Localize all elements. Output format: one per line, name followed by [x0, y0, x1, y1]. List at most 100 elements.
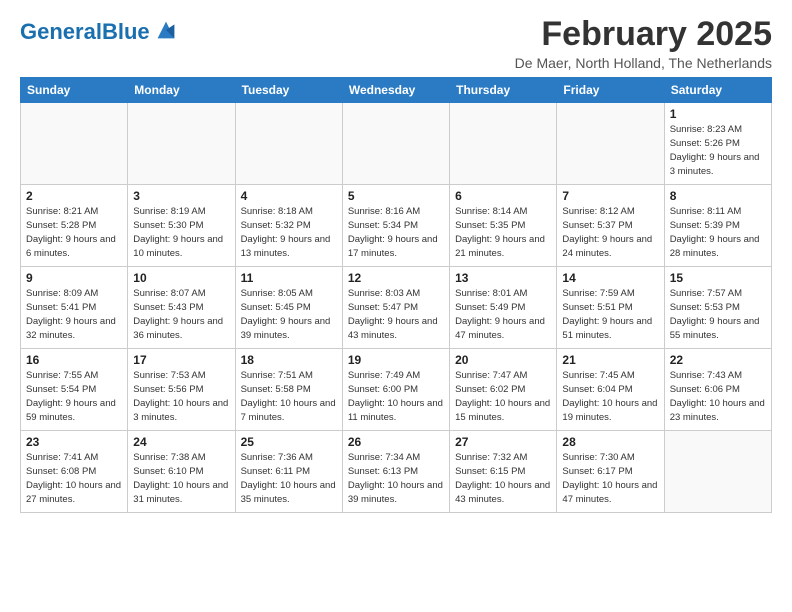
logo-icon: [152, 16, 180, 44]
day-number: 16: [26, 353, 122, 367]
calendar-week-row: 2 Sunrise: 8:21 AM Sunset: 5:28 PM Daylig…: [21, 185, 772, 267]
calendar-cell: 8 Sunrise: 8:11 AM Sunset: 5:39 PM Daylig…: [664, 185, 771, 267]
day-info: Sunrise: 8:18 AM Sunset: 5:32 PM Dayligh…: [241, 205, 337, 260]
day-number: 6: [455, 189, 551, 203]
day-number: 20: [455, 353, 551, 367]
day-info: Sunrise: 8:16 AM Sunset: 5:34 PM Dayligh…: [348, 205, 444, 260]
header-tuesday: Tuesday: [235, 78, 342, 103]
day-info: Sunrise: 7:41 AM Sunset: 6:08 PM Dayligh…: [26, 451, 122, 506]
day-info: Sunrise: 8:11 AM Sunset: 5:39 PM Dayligh…: [670, 205, 766, 260]
logo: GeneralBlue: [20, 20, 180, 44]
day-number: 18: [241, 353, 337, 367]
calendar-cell: [342, 103, 449, 185]
calendar-cell: [664, 431, 771, 513]
day-info: Sunrise: 7:45 AM Sunset: 6:04 PM Dayligh…: [562, 369, 658, 424]
calendar-cell: 18Sunrise: 7:51 AM Sunset: 5:58 PM Dayli…: [235, 349, 342, 431]
day-number: 13: [455, 271, 551, 285]
header-saturday: Saturday: [664, 78, 771, 103]
day-info: Sunrise: 7:34 AM Sunset: 6:13 PM Dayligh…: [348, 451, 444, 506]
day-number: 23: [26, 435, 122, 449]
calendar-cell: 4 Sunrise: 8:18 AM Sunset: 5:32 PM Daylig…: [235, 185, 342, 267]
calendar-cell: [557, 103, 664, 185]
calendar-week-row: 1Sunrise: 8:23 AM Sunset: 5:26 PM Daylig…: [21, 103, 772, 185]
calendar-cell: 3 Sunrise: 8:19 AM Sunset: 5:30 PM Daylig…: [128, 185, 235, 267]
calendar-cell: 27Sunrise: 7:32 AM Sunset: 6:15 PM Dayli…: [450, 431, 557, 513]
day-info: Sunrise: 7:49 AM Sunset: 6:00 PM Dayligh…: [348, 369, 444, 424]
day-number: 10: [133, 271, 229, 285]
day-info: Sunrise: 8:03 AM Sunset: 5:47 PM Dayligh…: [348, 287, 444, 342]
day-number: 4: [241, 189, 337, 203]
day-number: 3: [133, 189, 229, 203]
calendar-cell: 21 Sunrise: 7:45 AM Sunset: 6:04 PM Dayli…: [557, 349, 664, 431]
header: GeneralBlue February 2025 De Maer, North…: [20, 16, 772, 71]
day-number: 9: [26, 271, 122, 285]
header-wednesday: Wednesday: [342, 78, 449, 103]
calendar-cell: 10 Sunrise: 8:07 AM Sunset: 5:43 PM Dayli…: [128, 267, 235, 349]
header-friday: Friday: [557, 78, 664, 103]
calendar-cell: 5 Sunrise: 8:16 AM Sunset: 5:34 PM Daylig…: [342, 185, 449, 267]
day-number: 1: [670, 107, 766, 121]
day-number: 27: [455, 435, 551, 449]
calendar-cell: 13 Sunrise: 8:01 AM Sunset: 5:49 PM Dayli…: [450, 267, 557, 349]
header-monday: Monday: [128, 78, 235, 103]
header-sunday: Sunday: [21, 78, 128, 103]
calendar-cell: 16 Sunrise: 7:55 AM Sunset: 5:54 PM Dayli…: [21, 349, 128, 431]
day-number: 7: [562, 189, 658, 203]
location-subtitle: De Maer, North Holland, The Netherlands: [515, 55, 772, 71]
day-info: Sunrise: 7:59 AM Sunset: 5:51 PM Dayligh…: [562, 287, 658, 342]
day-info: Sunrise: 8:21 AM Sunset: 5:28 PM Dayligh…: [26, 205, 122, 260]
day-info: Sunrise: 7:57 AM Sunset: 5:53 PM Dayligh…: [670, 287, 766, 342]
logo-general: General: [20, 19, 102, 44]
calendar-cell: 11 Sunrise: 8:05 AM Sunset: 5:45 PM Dayli…: [235, 267, 342, 349]
calendar-week-row: 9 Sunrise: 8:09 AM Sunset: 5:41 PM Daylig…: [21, 267, 772, 349]
page: GeneralBlue February 2025 De Maer, North…: [0, 0, 792, 523]
calendar-week-row: 23 Sunrise: 7:41 AM Sunset: 6:08 PM Dayli…: [21, 431, 772, 513]
day-info: Sunrise: 8:14 AM Sunset: 5:35 PM Dayligh…: [455, 205, 551, 260]
day-number: 2: [26, 189, 122, 203]
day-number: 28: [562, 435, 658, 449]
day-number: 12: [348, 271, 444, 285]
day-number: 22: [670, 353, 766, 367]
day-number: 19: [348, 353, 444, 367]
day-info: Sunrise: 7:55 AM Sunset: 5:54 PM Dayligh…: [26, 369, 122, 424]
calendar-cell: 24 Sunrise: 7:38 AM Sunset: 6:10 PM Dayli…: [128, 431, 235, 513]
day-info: Sunrise: 7:38 AM Sunset: 6:10 PM Dayligh…: [133, 451, 229, 506]
day-number: 15: [670, 271, 766, 285]
calendar-week-row: 16 Sunrise: 7:55 AM Sunset: 5:54 PM Dayli…: [21, 349, 772, 431]
calendar-cell: 19 Sunrise: 7:49 AM Sunset: 6:00 PM Dayli…: [342, 349, 449, 431]
calendar-cell: 12 Sunrise: 8:03 AM Sunset: 5:47 PM Dayli…: [342, 267, 449, 349]
day-info: Sunrise: 7:36 AM Sunset: 6:11 PM Dayligh…: [241, 451, 337, 506]
day-number: 17: [133, 353, 229, 367]
day-info: Sunrise: 8:05 AM Sunset: 5:45 PM Dayligh…: [241, 287, 337, 342]
calendar-table: Sunday Monday Tuesday Wednesday Thursday…: [20, 77, 772, 513]
day-info: Sunrise: 8:12 AM Sunset: 5:37 PM Dayligh…: [562, 205, 658, 260]
calendar-cell: 20 Sunrise: 7:47 AM Sunset: 6:02 PM Dayli…: [450, 349, 557, 431]
day-info: Sunrise: 7:30 AM Sunset: 6:17 PM Dayligh…: [562, 451, 658, 506]
day-info: Sunrise: 7:53 AM Sunset: 5:56 PM Dayligh…: [133, 369, 229, 424]
day-info: Sunrise: 8:19 AM Sunset: 5:30 PM Dayligh…: [133, 205, 229, 260]
day-number: 5: [348, 189, 444, 203]
day-info: Sunrise: 8:07 AM Sunset: 5:43 PM Dayligh…: [133, 287, 229, 342]
logo-text: GeneralBlue: [20, 20, 150, 44]
calendar-cell: 22Sunrise: 7:43 AM Sunset: 6:06 PM Dayli…: [664, 349, 771, 431]
day-number: 21: [562, 353, 658, 367]
day-number: 26: [348, 435, 444, 449]
month-title: February 2025: [515, 16, 772, 53]
calendar-cell: 23 Sunrise: 7:41 AM Sunset: 6:08 PM Dayli…: [21, 431, 128, 513]
day-info: Sunrise: 8:01 AM Sunset: 5:49 PM Dayligh…: [455, 287, 551, 342]
day-number: 25: [241, 435, 337, 449]
calendar-cell: 28 Sunrise: 7:30 AM Sunset: 6:17 PM Dayli…: [557, 431, 664, 513]
day-info: Sunrise: 8:09 AM Sunset: 5:41 PM Dayligh…: [26, 287, 122, 342]
day-number: 11: [241, 271, 337, 285]
calendar-cell: 7 Sunrise: 8:12 AM Sunset: 5:37 PM Daylig…: [557, 185, 664, 267]
calendar-cell: [21, 103, 128, 185]
day-number: 24: [133, 435, 229, 449]
logo-blue: Blue: [102, 19, 150, 44]
calendar-cell: [128, 103, 235, 185]
day-info: Sunrise: 7:47 AM Sunset: 6:02 PM Dayligh…: [455, 369, 551, 424]
title-block: February 2025 De Maer, North Holland, Th…: [515, 16, 772, 71]
day-number: 14: [562, 271, 658, 285]
calendar-cell: 1Sunrise: 8:23 AM Sunset: 5:26 PM Daylig…: [664, 103, 771, 185]
day-number: 8: [670, 189, 766, 203]
header-thursday: Thursday: [450, 78, 557, 103]
